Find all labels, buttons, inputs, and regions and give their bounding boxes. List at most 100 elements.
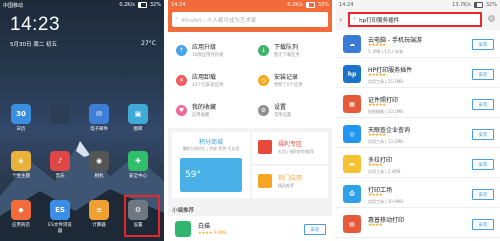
app-label: 相机 xyxy=(94,174,104,179)
menu-subtitle: 暂无下载任务 xyxy=(274,53,300,58)
install-button[interactable]: 安装 xyxy=(472,99,494,110)
history-icon: ◷ xyxy=(258,74,269,86)
result-row[interactable]: ⎙ 打印工场 ★★★★ 实用工具 | 30.8MB 安装 xyxy=(336,181,500,208)
app-camera[interactable]: ◉ 相机 xyxy=(86,151,112,179)
clear-search-icon[interactable]: ✕ xyxy=(488,15,495,22)
menu-item-settings[interactable]: ⚙ 设置 常用设置 xyxy=(250,98,332,122)
result-row[interactable]: ▤ 惠普移动打印 ★★★★ 安装 xyxy=(336,211,500,238)
rating-stars: ★★★★★ xyxy=(368,43,386,48)
install-button[interactable]: 安装 xyxy=(472,69,494,80)
menu-subtitle: 16款应用待升级 xyxy=(192,53,224,58)
app-label: 图库 xyxy=(133,127,143,132)
store-header: 14:24 0.2K/s 33% ⌕ iPicsArt - 人人都可成为艺术家 xyxy=(168,0,332,32)
promo-hot-apps[interactable]: 热门应用 精品推荐 xyxy=(252,166,328,198)
menu-title: 应用卸载 xyxy=(192,74,217,81)
install-button[interactable]: 安装 xyxy=(472,219,494,230)
status-speed: 0.2K/s xyxy=(287,2,303,8)
install-button[interactable]: 安装 xyxy=(304,224,326,235)
menu-item-favorite[interactable]: ♥ 我的收藏 应用收藏 xyxy=(168,98,250,122)
app-calendar[interactable]: 30 日历 xyxy=(8,104,34,132)
menu-item-upgrade[interactable]: ↑ 应用升级 16款应用待升级 xyxy=(168,38,250,62)
app-app-store[interactable]: ◆ 应用商店 xyxy=(8,200,34,228)
install-button[interactable]: 安装 xyxy=(472,159,494,170)
cloud-pc-icon: ☁ xyxy=(343,35,361,53)
promo-title: 热门应用 xyxy=(278,175,303,182)
status-bar: 14:24 13.7K/s 32% xyxy=(336,0,500,10)
result-row[interactable]: ▦ 证件照打印 ★★★★★ 拍照摄像 | 23.1MB 安装 xyxy=(336,91,500,118)
promo-points-mall[interactable]: 积分商城 赚积分换好礼 | 完成"签到"可实现 59° xyxy=(172,132,250,198)
result-meta: 拍照摄像 | 23.1MB xyxy=(368,109,403,114)
rating-stars: ★★★★ xyxy=(368,223,383,228)
hot-icon xyxy=(258,174,272,188)
app-store-panel: 14:24 0.2K/s 33% ⌕ iPicsArt - 人人都可成为艺术家 … xyxy=(168,0,332,241)
promo-welfare[interactable]: 福利专区 礼包 | 福利特别推荐 xyxy=(252,132,328,164)
status-speed: 13.7K/s xyxy=(452,2,471,8)
hp-mobile-icon: ▤ xyxy=(343,215,361,233)
store-search-input[interactable]: ⌕ iPicsArt - 人人都可成为艺术家 xyxy=(172,12,328,27)
clock: 14:23 xyxy=(10,14,61,35)
menu-title: 设置 xyxy=(274,104,287,111)
mail-icon: ✉ xyxy=(89,104,109,124)
app-app[interactable] xyxy=(47,104,73,126)
app-gallery[interactable]: ▣ 图库 xyxy=(125,104,151,132)
app-name: 白描 xyxy=(198,223,211,230)
app-theme[interactable]: ◈ 个性主题 xyxy=(8,151,34,179)
search-input[interactable]: ⌕ hp打印服务插件 xyxy=(348,12,482,27)
promo-banner: 59° xyxy=(180,158,242,192)
camera-icon: ◉ xyxy=(89,151,109,171)
settings-icon: ⚙ xyxy=(258,104,269,116)
status-time: 14:24 xyxy=(171,2,186,8)
app-mail[interactable]: ✉ 电子邮件 xyxy=(86,104,112,132)
gallery-icon: ▣ xyxy=(128,104,148,124)
rating-stars: ★★★★ xyxy=(368,193,383,198)
search-icon: ⌕ xyxy=(175,16,179,22)
result-row[interactable]: hp HP打印服务插件 ★★★★★ 实用工具 | 25.1MB 安装 xyxy=(336,61,500,88)
menu-item-uninstall[interactable]: ✕ 应用卸载 42个已安装应用 xyxy=(168,68,250,92)
result-meta: 实用工具 | 30.8MB xyxy=(368,199,403,204)
app-es-file[interactable]: ES ES文件浏览器 xyxy=(47,200,73,234)
music-icon: ♪ xyxy=(50,151,70,171)
home-screen-panel: 中国移动 0.2K/s 32% 14:23 5月30日 周二 初五 27°C ◆… xyxy=(0,0,164,241)
section-title: 小编推荐 xyxy=(172,208,195,214)
battery-icon xyxy=(473,2,483,8)
app-icon xyxy=(50,104,70,124)
promo-sub: 礼包 | 福利特别推荐 xyxy=(278,149,314,154)
result-row[interactable]: ▬ 多拉打印 ★★★★ 实用工具 | 2.4MB 安装 xyxy=(336,151,500,178)
rating-stars: ★★★★★ xyxy=(368,133,386,138)
print-factory-icon: ⎙ xyxy=(343,185,361,203)
upgrade-icon: ↑ xyxy=(176,44,187,56)
status-speed: 0.2K/s xyxy=(119,2,135,8)
menu-title: 我的收藏 xyxy=(192,104,217,111)
settings-highlight xyxy=(124,195,160,237)
back-arrow-icon[interactable]: ‹ xyxy=(339,15,342,24)
store-menu-grid: ↑ 应用升级 16款应用待升级 ↓ 下载队列 暂无下载任务 ✕ 应用卸载 42个已安装应用 ◷ 安装… xyxy=(168,32,332,128)
result-row[interactable]: ◎ 天眼查企业查询 ★★★★★ 实用工具 | 13.2MB 安装 xyxy=(336,121,500,148)
promo-title: 福利专区 xyxy=(278,141,303,148)
app-label: 日历 xyxy=(16,127,26,132)
hp-icon: hp xyxy=(343,65,361,83)
favorite-icon: ♥ xyxy=(176,104,187,116)
battery-icon xyxy=(305,2,315,8)
theme-icon: ◈ xyxy=(11,151,31,171)
app-music[interactable]: ♪ 音乐 xyxy=(47,151,73,179)
calculator-icon: ± xyxy=(89,200,109,220)
promo-title: 积分商城 xyxy=(198,139,223,146)
install-button[interactable]: 安装 xyxy=(472,189,494,200)
id-photo-icon: ▦ xyxy=(343,95,361,113)
menu-title: 应用升级 xyxy=(192,44,217,51)
app-label: ES文件浏览器 xyxy=(48,223,72,234)
app-security[interactable]: ✚ 安全中心 xyxy=(125,151,151,179)
menu-item-history[interactable]: ◷ 安装记录 更新了0个应用 xyxy=(250,68,332,92)
menu-item-download[interactable]: ↓ 下载队列 暂无下载任务 xyxy=(250,38,332,62)
rating-stars: ★★★★★ xyxy=(368,73,386,78)
recommended-app-row[interactable]: 白描 ★★★★ 9.4MB 安装 xyxy=(168,216,332,241)
dola-icon: ▬ xyxy=(343,155,361,173)
app-calculator[interactable]: ± 计算器 xyxy=(86,200,112,228)
install-button[interactable]: 安装 xyxy=(472,129,494,140)
promo-badge: 59° xyxy=(185,170,201,180)
app-label: 音乐 xyxy=(55,174,65,179)
install-button[interactable]: 安装 xyxy=(472,39,494,50)
app-meta: ★★★★ 9.4MB xyxy=(198,230,227,235)
result-row[interactable]: ☁ 云电脑 - 手机玩端游 ★★★★★ 5.1MB | 1万人安装 安装 xyxy=(336,31,500,58)
search-query: hp打印服务插件 xyxy=(359,17,400,24)
